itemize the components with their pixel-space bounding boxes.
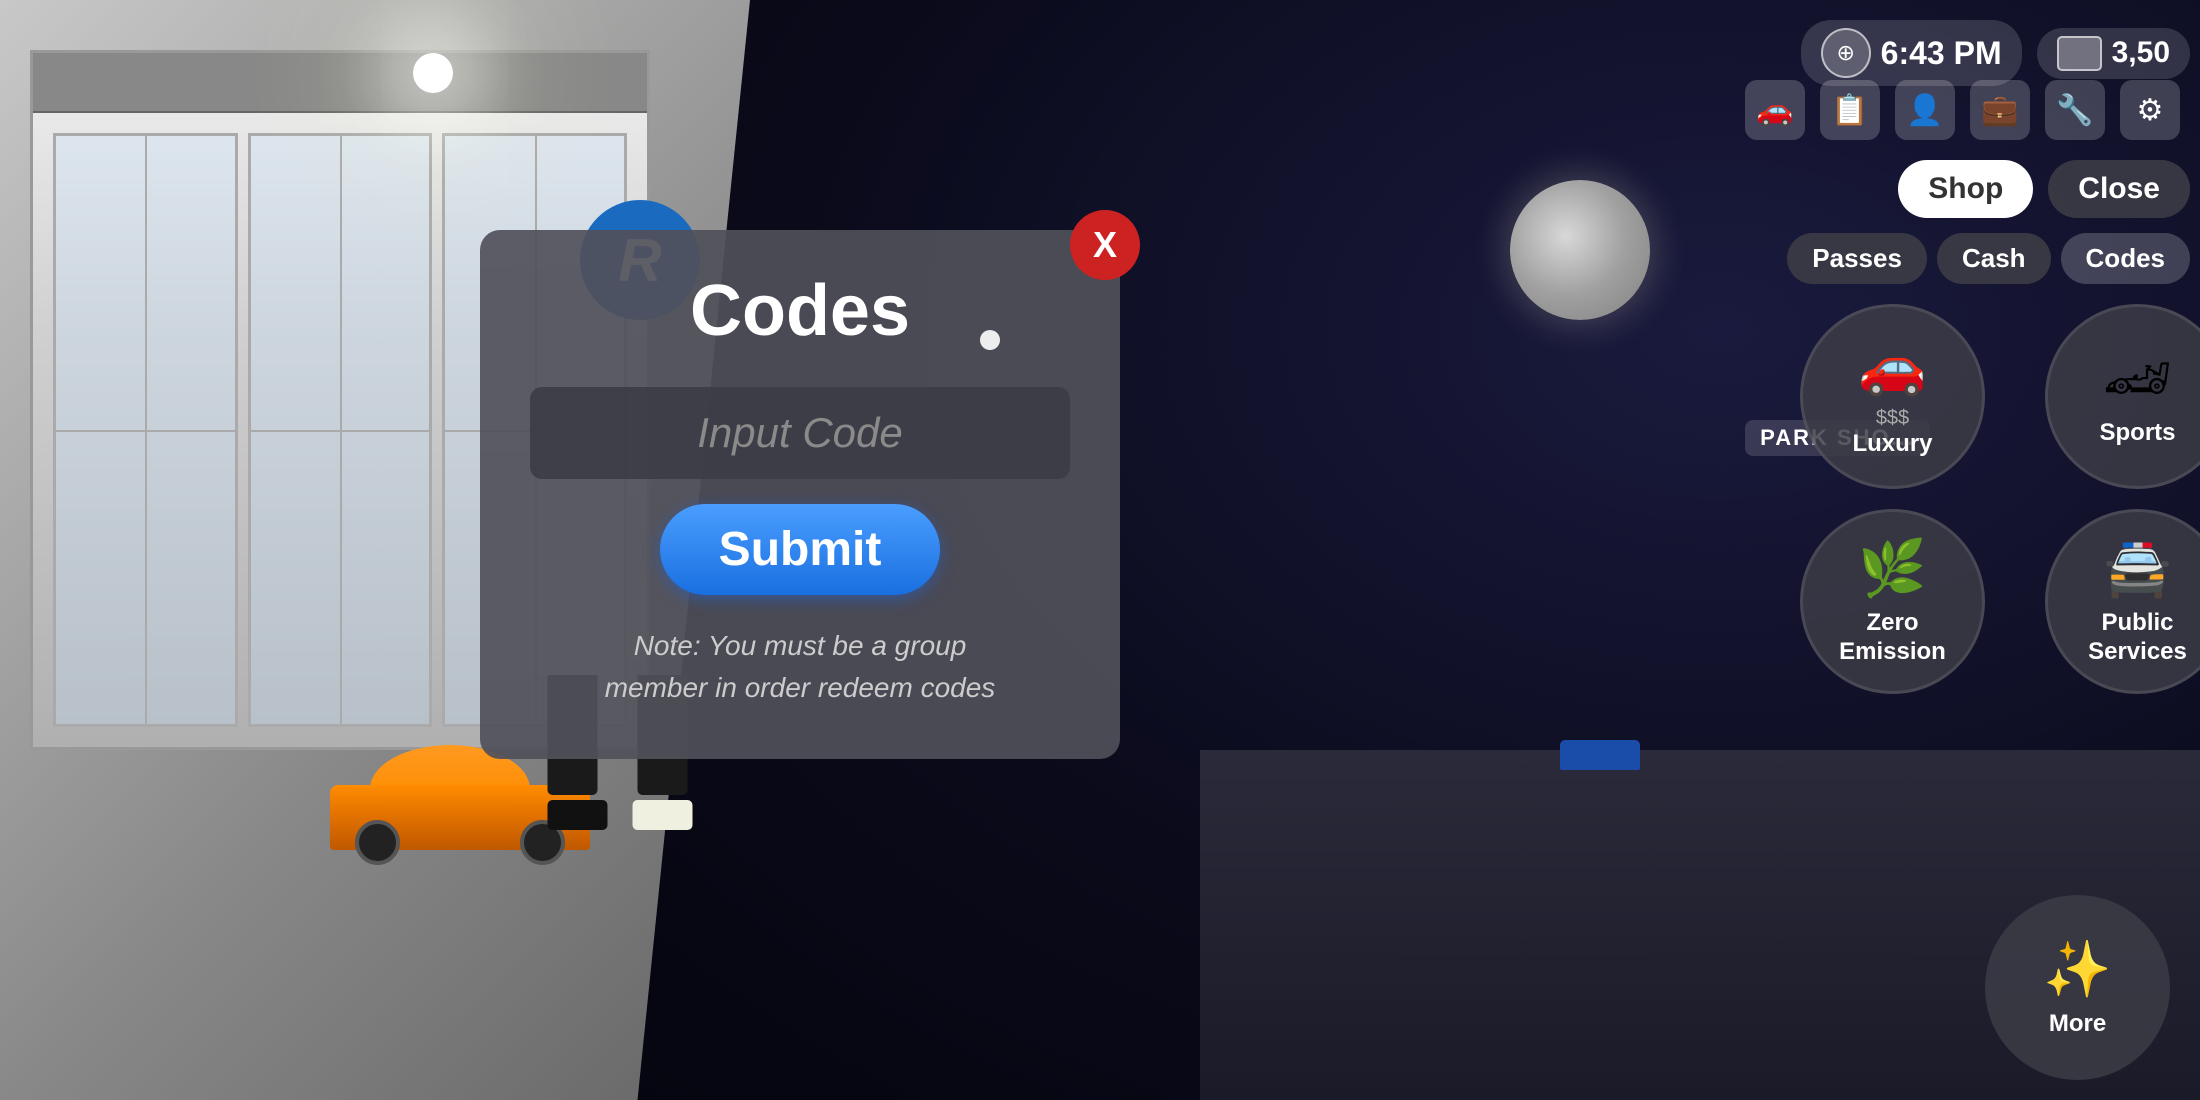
code-input-field[interactable] bbox=[530, 387, 1070, 479]
spotlight bbox=[413, 53, 453, 93]
zero-emission-icon: 🌿 bbox=[1858, 536, 1926, 601]
shop-button[interactable]: Shop bbox=[1898, 160, 2033, 218]
sports-car-icon: 🏎 bbox=[2103, 346, 2173, 411]
toolbar-bag-icon[interactable]: 💼 bbox=[1970, 80, 2030, 140]
luxury-car-icon: 🚗 bbox=[1858, 334, 1926, 399]
shop-tab-row: Passes Cash Codes bbox=[1787, 233, 2190, 284]
top-hud: ⊕ 6:43 PM 3,50 bbox=[1801, 20, 2200, 86]
more-icon: ✨ bbox=[2043, 937, 2111, 1002]
zero-emission-label: ZeroEmission bbox=[1839, 609, 1946, 667]
character-shoe-left bbox=[548, 800, 608, 830]
toolbar-settings-icon[interactable]: ⚙ bbox=[2120, 80, 2180, 140]
hud-time: 6:43 PM bbox=[1881, 35, 2002, 72]
character-shoe-right bbox=[633, 800, 693, 830]
more-label: More bbox=[2049, 1010, 2106, 1039]
modal-note: Note: You must be a groupmember in order… bbox=[530, 625, 1070, 709]
shop-header: Shop Close bbox=[1787, 160, 2190, 218]
toolbar-car-icon[interactable]: 🚗 bbox=[1745, 80, 1805, 140]
hud-time-section: ⊕ 6:43 PM bbox=[1801, 20, 2022, 86]
toolbar-list-icon[interactable]: 📋 bbox=[1820, 80, 1880, 140]
public-services-icon: 🚔 bbox=[2103, 536, 2171, 601]
toolbar-row: 🚗 📋 👤 💼 🔧 ⚙ bbox=[1745, 80, 2180, 140]
close-shop-button[interactable]: Close bbox=[2048, 160, 2190, 218]
car-wheel-left bbox=[355, 820, 400, 865]
tab-cash[interactable]: Cash bbox=[1937, 233, 2051, 284]
category-more[interactable]: ✨ More bbox=[1985, 895, 2170, 1080]
luxury-sublabel: $$$ bbox=[1876, 407, 1909, 430]
sports-label: Sports bbox=[2099, 419, 2175, 448]
window-panel-2 bbox=[248, 133, 433, 727]
category-zero-emission[interactable]: 🌿 ZeroEmission bbox=[1800, 509, 1985, 694]
hud-cash-amount: 3,50 bbox=[2112, 36, 2170, 70]
luxury-label: Luxury bbox=[1852, 430, 1932, 459]
car-categories-grid: 🚗 $$$ Luxury 🏎 Sports 🌿 ZeroEmission 🚔 P… bbox=[1787, 304, 2190, 694]
hud-cash-section: 3,50 bbox=[2037, 28, 2190, 79]
submit-button[interactable]: Submit bbox=[660, 504, 940, 595]
shop-ui: Shop Close Passes Cash Codes 🚗 $$$ Luxur… bbox=[1787, 160, 2190, 694]
moon bbox=[1510, 180, 1650, 320]
showroom-ceiling bbox=[33, 53, 647, 113]
toolbar-user-icon[interactable]: 👤 bbox=[1895, 80, 1955, 140]
tab-passes[interactable]: Passes bbox=[1787, 233, 1927, 284]
category-sports[interactable]: 🏎 Sports bbox=[2045, 304, 2200, 489]
wallet-icon bbox=[2057, 36, 2102, 71]
tab-codes[interactable]: Codes bbox=[2061, 233, 2190, 284]
modal-title: Codes bbox=[530, 270, 1070, 352]
compass-icon: ⊕ bbox=[1821, 28, 1871, 78]
modal-close-button[interactable]: X bbox=[1070, 210, 1140, 280]
distant-car bbox=[1560, 740, 1640, 770]
window-panel-1 bbox=[53, 133, 238, 727]
category-public-services[interactable]: 🚔 PublicServices bbox=[2045, 509, 2200, 694]
category-luxury[interactable]: 🚗 $$$ Luxury bbox=[1800, 304, 1985, 489]
codes-modal: X Codes Submit Note: You must be a group… bbox=[480, 230, 1120, 759]
public-services-label: PublicServices bbox=[2088, 609, 2187, 667]
toolbar-wrench-icon[interactable]: 🔧 bbox=[2045, 80, 2105, 140]
